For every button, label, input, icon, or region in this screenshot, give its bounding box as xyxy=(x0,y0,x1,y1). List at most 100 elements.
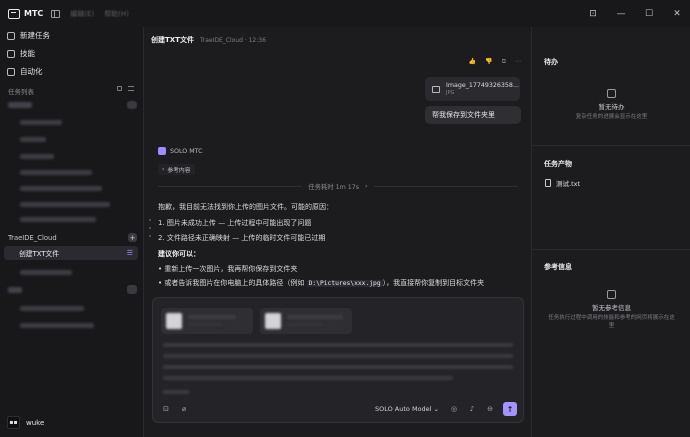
draft-text-line xyxy=(163,376,453,380)
app-logo-icon xyxy=(8,8,20,19)
margin-dot xyxy=(149,235,151,237)
sidebar-item-new-task[interactable]: 新建任务 xyxy=(7,30,50,41)
user-profile[interactable]: ▪▪ wuke xyxy=(7,416,44,429)
app-name: MTC xyxy=(24,9,44,18)
filter-icon[interactable] xyxy=(128,86,134,91)
draft-text-line xyxy=(163,343,513,347)
copy-icon[interactable]: ⧉ xyxy=(502,58,506,66)
duration-text: 任务耗时 1m 17s xyxy=(308,184,360,191)
sidebar-item-automation[interactable]: 自动化 xyxy=(7,66,43,77)
empty-desc: 任务执行过程中调用的技能和参考的网页将展示在这里 xyxy=(548,315,675,329)
menu-edit[interactable]: 编辑(E) xyxy=(70,9,94,19)
list-item[interactable] xyxy=(20,186,102,191)
suggest-text: 重新上传一次图片，我再帮你保存到文件夹 xyxy=(164,265,298,273)
dislike-icon[interactable]: 👎 xyxy=(485,58,492,66)
list-item[interactable] xyxy=(20,137,46,142)
divider xyxy=(532,145,690,146)
list-item[interactable] xyxy=(20,120,62,125)
duration-divider[interactable]: 任务耗时 1m 17s › xyxy=(158,182,518,191)
attachment-card[interactable]: Image_17749326358... JPG xyxy=(425,77,520,101)
list-item[interactable] xyxy=(20,202,110,207)
suggest-text: 或者告诉我图片在你电脑上的具体路径（例如 xyxy=(164,279,307,287)
agent-name: SOLO MTC xyxy=(170,147,203,155)
task-group-label: TraeIDE_Cloud xyxy=(8,233,57,242)
toggle-sidebar-icon[interactable] xyxy=(51,9,61,18)
empty-title: 暂无参考信息 xyxy=(592,304,631,312)
response-reason-2: 2. 文件路径未正确映射 — 上传的临时文件可能已过期 xyxy=(158,234,326,242)
like-icon[interactable]: 👍 xyxy=(469,58,476,66)
list-item[interactable] xyxy=(20,170,92,175)
image-file-icon xyxy=(432,85,440,93)
todo-title: 待办 xyxy=(544,58,558,66)
attachment-thumbnail xyxy=(265,313,281,329)
collapse-icon[interactable] xyxy=(117,86,122,91)
conversation-panel: 创建TXT文件 TraeIDE_Cloud · 12:36 👍 👎 ⧉ ⋯ Im… xyxy=(143,27,531,437)
task-list-label: 任务列表 xyxy=(8,88,34,96)
task-group-traeide[interactable]: TraeIDE_Cloud + xyxy=(8,233,137,242)
add-task-button[interactable] xyxy=(127,285,137,294)
suggest-text: ），我直接帮你复制到目标文件夹 xyxy=(382,279,485,287)
file-name: Image_17749326358... xyxy=(446,82,519,89)
list-item[interactable] xyxy=(20,323,94,328)
group-badge xyxy=(127,101,137,109)
chat-icon[interactable]: ◎ xyxy=(449,404,459,414)
margin-dot xyxy=(149,219,151,221)
response-suggest-2: • 或者告诉我图片在你电脑上的具体路径（例如 D:\Pictures\xxx.j… xyxy=(158,279,485,287)
task-group-label xyxy=(8,102,32,108)
app-logo: MTC xyxy=(8,8,44,19)
sidebar-item-active-task[interactable]: 创建TXT文件 ☰ xyxy=(4,246,138,260)
attachment-name xyxy=(287,315,343,319)
list-item[interactable] xyxy=(20,306,84,311)
todo-empty-state: 暂无待办 复杂任务的进展会显示在这里 xyxy=(532,89,690,121)
send-button[interactable]: ↑ xyxy=(503,402,517,416)
empty-desc: 复杂任务的进展会显示在这里 xyxy=(575,114,648,120)
divider-line xyxy=(373,186,518,187)
maximize-icon[interactable]: ☐ xyxy=(644,9,654,19)
attachment-meta xyxy=(287,323,323,326)
document-icon xyxy=(545,179,551,187)
draft-text-line xyxy=(163,365,513,369)
microphone-icon[interactable]: ♪ xyxy=(467,404,477,414)
response-intro: 抱歉，我目前无法找到你上传的图片文件。可能的原因： xyxy=(158,203,333,211)
todo-empty-icon xyxy=(607,89,616,98)
mention-icon[interactable]: ⊡ xyxy=(161,404,171,414)
composer[interactable]: ⊡ ⌀ SOLO Auto Model ⌄ ◎ ♪ ⊖ ↑ xyxy=(152,297,524,423)
attach-icon[interactable]: ⌀ xyxy=(179,404,189,414)
list-item[interactable] xyxy=(20,217,96,222)
sidebar-item-label: 自动化 xyxy=(20,67,43,76)
chevron-right-icon: › xyxy=(162,166,165,173)
sidebar-item-skills[interactable]: 技能 xyxy=(7,48,35,59)
refs-title: 参考信息 xyxy=(544,263,572,271)
page-title: 创建TXT文件 xyxy=(151,36,194,44)
layout-icon[interactable]: ⊡ xyxy=(588,9,598,19)
sidebar: 新建任务 技能 自动化 任务列表 TraeIDE_Cloud + 创建TXT文件… xyxy=(0,27,143,437)
title-bar: MTC 编辑(E) 帮助(H) ⊡ — ☐ ✕ xyxy=(0,0,690,27)
list-item[interactable] xyxy=(20,154,54,159)
model-selector[interactable]: SOLO Auto Model ⌄ xyxy=(375,405,439,413)
settings-icon[interactable]: ⊖ xyxy=(485,404,495,414)
attachment-thumbnail xyxy=(166,313,182,329)
artifact-item[interactable]: 测试.txt xyxy=(545,178,580,188)
attachment-card[interactable] xyxy=(161,308,253,334)
more-icon[interactable]: ⋯ xyxy=(515,58,521,66)
menu-help[interactable]: 帮助(H) xyxy=(104,9,129,19)
margin-dot xyxy=(149,227,151,229)
sidebar-item-label: 技能 xyxy=(20,49,35,58)
draft-text-line xyxy=(163,390,189,394)
add-task-button[interactable]: + xyxy=(128,233,137,242)
divider-line xyxy=(158,186,303,187)
divider xyxy=(532,249,690,250)
refs-empty-state: 暂无参考信息 任务执行过程中调用的技能和参考的网页将展示在这里 xyxy=(532,290,690,330)
message-actions: 👍 👎 ⧉ ⋯ xyxy=(469,58,521,66)
empty-title: 暂无待办 xyxy=(598,103,625,111)
reference-chip[interactable]: › 参考内容 xyxy=(158,164,195,175)
minimize-icon[interactable]: — xyxy=(616,9,626,19)
attachment-card[interactable] xyxy=(260,308,352,334)
model-name: SOLO Auto Model xyxy=(374,405,432,413)
automation-icon xyxy=(7,67,15,76)
window-controls: ⊡ — ☐ ✕ xyxy=(588,0,682,27)
artifacts-title: 任务产物 xyxy=(544,160,572,168)
list-item[interactable] xyxy=(20,270,72,275)
close-icon[interactable]: ✕ xyxy=(672,9,682,19)
task-info-panel: 待办 暂无待办 复杂任务的进展会显示在这里 任务产物 测试.txt 参考信息 暂… xyxy=(531,27,690,437)
